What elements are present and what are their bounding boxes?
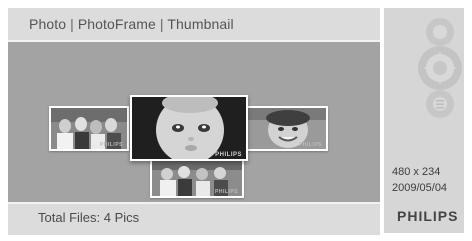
image-resolution: 480 x 234 <box>392 166 441 178</box>
thumbnail-photo-4[interactable]: PHILIPS <box>150 158 244 198</box>
thumbnail-brand-mark: PHILIPS <box>100 142 123 148</box>
breadcrumb-photo[interactable]: Photo <box>29 16 66 32</box>
thumbnail-image-2 <box>132 97 246 159</box>
thumbnail-brand-mark: PHILIPS <box>215 189 238 195</box>
dpad-icon[interactable] <box>418 46 462 90</box>
philips-logo: PHILIPS <box>397 208 459 224</box>
breadcrumb: Photo | PhotoFrame | Thumbnail <box>29 16 234 32</box>
breadcrumb-separator: | <box>70 16 74 32</box>
thumbnail-photo-2-selected[interactable]: PHILIPS <box>130 95 248 161</box>
navigation-control <box>418 18 462 128</box>
breadcrumb-thumbnail[interactable]: Thumbnail <box>167 16 233 32</box>
thumbnail-photo-1[interactable]: PHILIPS <box>49 106 129 151</box>
breadcrumb-separator: | <box>159 16 164 32</box>
thumbnail-brand-mark: PHILIPS <box>215 152 242 158</box>
image-date: 2009/05/04 <box>392 182 448 194</box>
circle-up-icon[interactable] <box>426 18 454 46</box>
photo-frame-screen: Photo | PhotoFrame | Thumbnail PHILIPS P… <box>0 0 472 241</box>
thumbnail-brand-mark: PHILIPS <box>299 142 322 148</box>
menu-circle-icon[interactable] <box>426 90 454 118</box>
breadcrumb-photoframe[interactable]: PhotoFrame <box>78 16 156 32</box>
thumbnail-photo-3[interactable]: PHILIPS <box>246 106 328 151</box>
total-files-count: Total Files: 4 Pics <box>38 210 140 225</box>
